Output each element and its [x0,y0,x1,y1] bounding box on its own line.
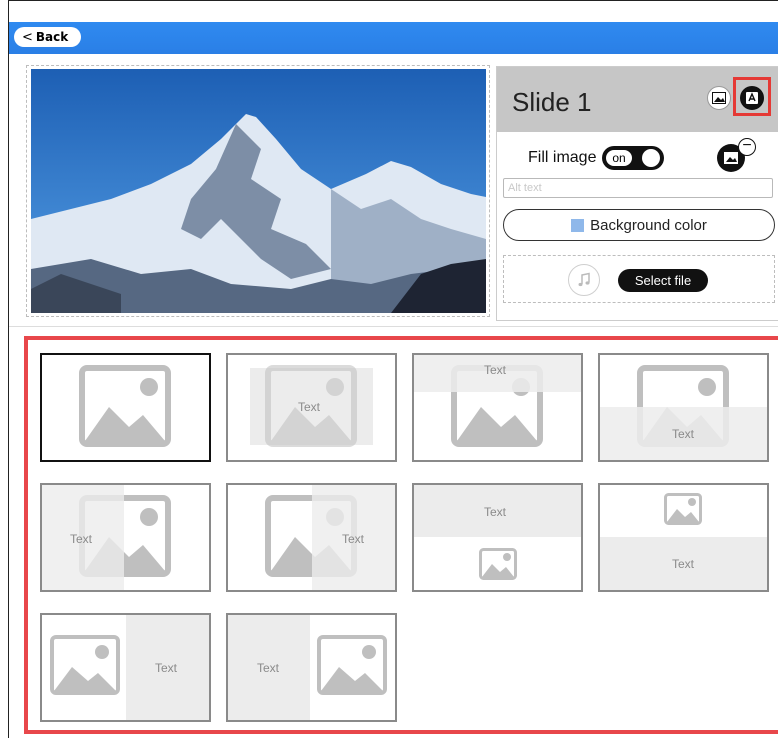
tile-text: Text [155,661,178,675]
tile-text: Text [672,557,695,571]
back-button[interactable]: < Back [14,27,81,47]
tile-text: Text [70,532,93,546]
layout-tile-text-left-image-right[interactable]: Text [226,613,397,722]
fill-image-toggle[interactable]: on [602,146,664,170]
background-color-button[interactable]: Background color [503,209,775,241]
layout-tile-text-bottom-image[interactable]: Text [598,353,769,462]
background-color-label: Background color [590,216,707,234]
slide-preview[interactable] [26,65,490,317]
tile-text: Text [484,363,507,377]
toggle-knob [642,149,660,167]
slide-title: Slide 1 [512,87,592,117]
image-placeholder-icon [479,548,517,580]
toggle-state-label: on [606,150,632,166]
slide-settings-panel: Slide 1 Fill image on − Background color [496,66,778,321]
back-label: Back [35,30,69,44]
fill-image-label: Fill image [528,149,597,166]
music-button[interactable] [568,264,600,296]
image-icon [724,152,738,164]
chevron-left-icon: < [22,29,33,45]
image-placeholder-icon [50,635,120,695]
section-divider [9,326,778,327]
tile-text: Text [484,505,507,519]
image-layout-button[interactable] [707,86,731,110]
image-placeholder-icon [664,493,702,525]
image-icon [712,92,726,104]
color-swatch [571,218,585,232]
mountain-photo [31,69,486,313]
layout-tile-text-left-overlay[interactable]: Text [40,483,211,592]
alt-text-input[interactable] [503,178,773,198]
slide-header: Slide 1 [497,67,778,132]
audio-drop-zone[interactable]: Select file [503,255,775,303]
layout-picker: Text Text Text Text Text Text Text Text … [24,336,778,734]
layout-tile-small-image-top-text[interactable]: Text [598,483,769,592]
text-image-icon [746,92,758,104]
image-placeholder-icon [317,635,387,695]
tile-text: Text [672,427,695,441]
tile-text: Text [342,532,365,546]
image-placeholder-icon [79,365,171,447]
layout-tile-image-left-text-right[interactable]: Text [40,613,211,722]
layout-tile-text-top-image[interactable]: Text [412,353,583,462]
layout-tile-text-top-small-image[interactable]: Text [412,483,583,592]
top-bar [9,22,778,54]
layout-tile-image-only[interactable] [40,353,211,462]
select-file-button[interactable]: Select file [618,269,708,292]
layout-tile-text-over-image[interactable]: Text [226,353,397,462]
layout-tile-text-right-overlay[interactable]: Text [226,483,397,592]
music-note-icon [578,272,590,287]
text-layout-button[interactable] [740,86,764,110]
tile-text: Text [257,661,280,675]
remove-image-button[interactable]: − [738,138,756,156]
tile-text: Text [298,400,321,414]
